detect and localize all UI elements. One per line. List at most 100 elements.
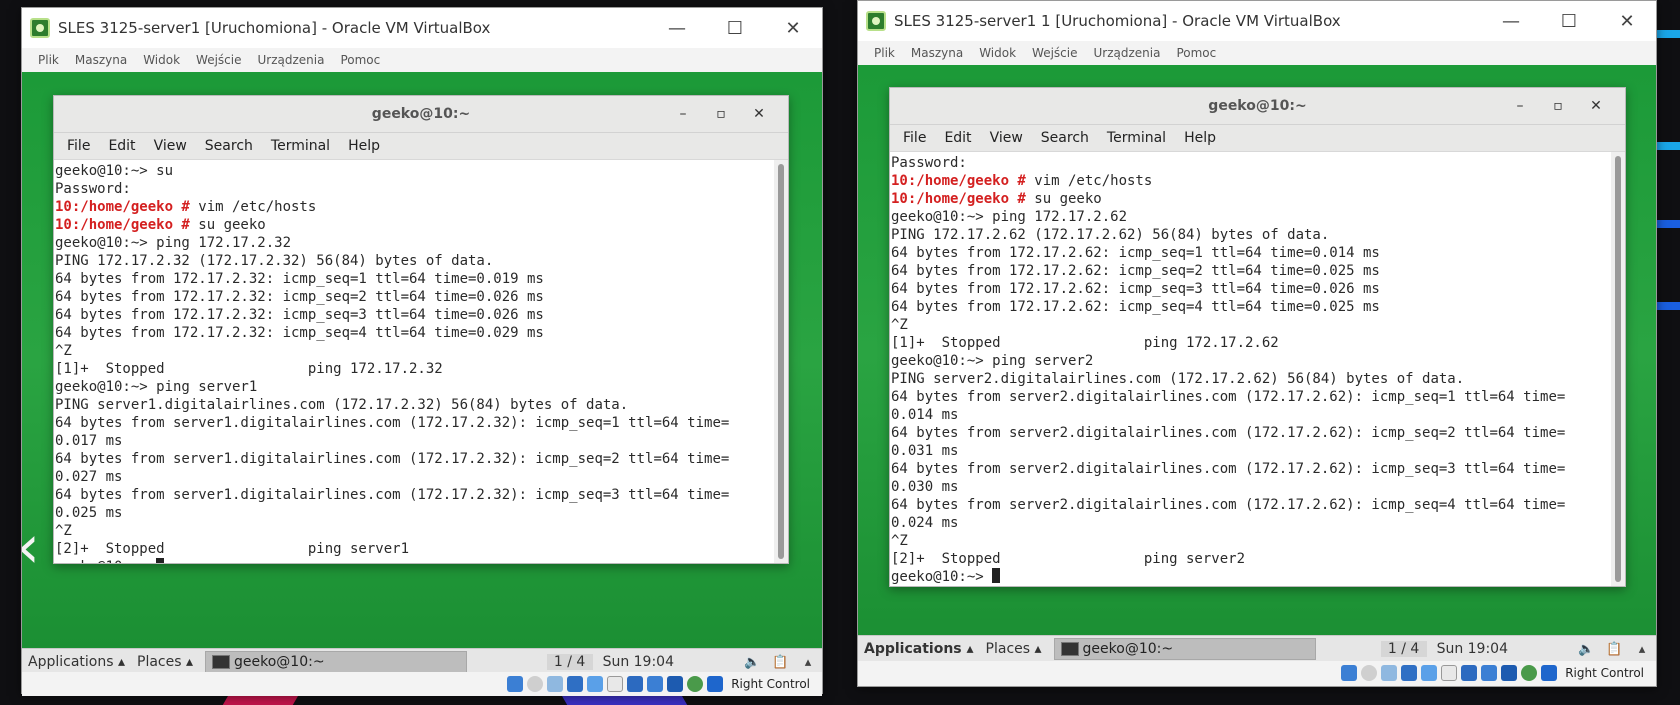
audio-icon[interactable] — [547, 676, 564, 692]
workspace-pager[interactable]: 1 / 4 — [546, 654, 593, 670]
terminal-output[interactable]: Password: 10:/home/geeko # vim /etc/hosts… — [890, 152, 1611, 586]
terminal-output[interactable]: geeko@10:~> su Password: 10:/home/geeko # … — [54, 160, 774, 563]
terminal-line-text: PING server2.digitalairlines.com (172.17… — [891, 371, 1465, 387]
hard-disk-icon[interactable] — [1341, 665, 1358, 681]
window-titlebar[interactable]: SLES 3125-server1 [Uruchomiona] - Oracle… — [22, 8, 822, 48]
taskbar-item-terminal[interactable]: geeko@10:~ — [205, 651, 467, 673]
virtualbox-window-server1-1[interactable]: SLES 3125-server1 1 [Uruchomiona] - Orac… — [857, 0, 1657, 687]
menu-wejscie[interactable]: Wejście — [188, 53, 249, 67]
menu-pomoc[interactable]: Pomoc — [1168, 46, 1224, 60]
clock[interactable]: Sun 19:04 — [593, 654, 684, 670]
host-key-label: Right Control — [1565, 666, 1644, 680]
terminal-scrollbar[interactable] — [774, 160, 788, 563]
terminal-line-text: PING server1.digitalairlines.com (172.17… — [55, 397, 629, 413]
terminal-window[interactable]: geeko@10:~ – ▫ ✕ File Edit View Search T… — [889, 87, 1626, 587]
menu-file[interactable]: File — [58, 138, 99, 154]
terminal-maximize-button[interactable]: ▫ — [1539, 98, 1577, 114]
display-icon[interactable] — [1461, 665, 1478, 681]
menu-urzadzenia[interactable]: Urządzenia — [1085, 46, 1168, 60]
terminal-maximize-button[interactable]: ▫ — [702, 106, 740, 122]
volume-icon[interactable]: 🔈 — [744, 655, 760, 670]
network-icon[interactable] — [1401, 665, 1418, 681]
mouse-integration-icon[interactable] — [1521, 665, 1538, 681]
scrollbar-thumb[interactable] — [1615, 156, 1621, 582]
menu-help[interactable]: Help — [1175, 130, 1225, 146]
shared-folders-icon[interactable] — [1441, 665, 1458, 681]
maximize-button[interactable]: ☐ — [1540, 1, 1598, 41]
terminal-titlebar[interactable]: geeko@10:~ – ▫ ✕ — [890, 88, 1625, 125]
menu-search[interactable]: Search — [196, 138, 262, 154]
menu-widok[interactable]: Widok — [971, 46, 1024, 60]
usb-icon[interactable] — [1421, 665, 1438, 681]
terminal-line: 64 bytes from 172.17.2.32: icmp_seq=4 tt… — [55, 324, 774, 342]
window-titlebar[interactable]: SLES 3125-server1 1 [Uruchomiona] - Orac… — [858, 1, 1656, 41]
virtualization-icon[interactable] — [667, 676, 684, 692]
menu-search[interactable]: Search — [1032, 130, 1098, 146]
menu-maszyna[interactable]: Maszyna — [67, 53, 135, 67]
keyboard-capture-icon[interactable] — [1541, 665, 1558, 681]
menu-file[interactable]: File — [894, 130, 935, 146]
terminal-line: 0.031 ms — [891, 442, 1611, 460]
audio-icon[interactable] — [1381, 665, 1398, 681]
clock[interactable]: Sun 19:04 — [1427, 641, 1518, 657]
terminal-close-button[interactable]: ✕ — [1577, 98, 1615, 114]
display-icon[interactable] — [627, 676, 644, 692]
terminal-line-text: 64 bytes from 172.17.2.62: icmp_seq=2 tt… — [891, 263, 1380, 279]
menu-terminal[interactable]: Terminal — [1098, 130, 1175, 146]
shared-folders-icon[interactable] — [607, 676, 624, 692]
guest-display[interactable]: en geeko@10:~ – ▫ ✕ File Edit View Searc… — [858, 65, 1656, 641]
taskbar-item-terminal[interactable]: geeko@10:~ — [1053, 638, 1316, 660]
places-menu[interactable]: Places ▴ — [131, 654, 199, 670]
menu-help[interactable]: Help — [339, 138, 389, 154]
terminal-scrollbar[interactable] — [1611, 152, 1625, 586]
menu-terminal[interactable]: Terminal — [262, 138, 339, 154]
close-button[interactable]: ✕ — [1598, 1, 1656, 41]
terminal-window[interactable]: geeko@10:~ – ▫ ✕ File Edit View Search T… — [53, 95, 789, 564]
network-icon[interactable] — [567, 676, 584, 692]
menu-edit[interactable]: Edit — [99, 138, 144, 154]
video-capture-icon[interactable] — [1481, 665, 1498, 681]
optical-drive-icon[interactable] — [527, 676, 544, 692]
menu-urzadzenia[interactable]: Urządzenia — [249, 53, 332, 67]
menu-widok[interactable]: Widok — [135, 53, 188, 67]
volume-icon[interactable]: 🔈 — [1578, 642, 1594, 657]
menu-view[interactable]: View — [145, 138, 196, 154]
terminal-line-text: ^Z — [55, 523, 72, 539]
virtualization-icon[interactable] — [1501, 665, 1518, 681]
optical-drive-icon[interactable] — [1361, 665, 1378, 681]
clipboard-icon[interactable]: 📋 — [1606, 642, 1622, 657]
close-button[interactable]: ✕ — [764, 8, 822, 48]
minimize-button[interactable]: — — [1482, 1, 1540, 41]
menu-plik[interactable]: Plik — [866, 46, 903, 60]
terminal-minimize-button[interactable]: – — [1501, 98, 1539, 114]
guest-display[interactable]: ‹ geeko@10:~ – ▫ ✕ File Edit View Search… — [22, 72, 822, 648]
places-menu[interactable]: Places ▴ — [980, 641, 1048, 657]
applications-menu[interactable]: Applications ▴ — [858, 641, 980, 657]
workspace-pager[interactable]: 1 / 4 — [1380, 641, 1427, 657]
terminal-close-button[interactable]: ✕ — [740, 106, 778, 122]
menu-maszyna[interactable]: Maszyna — [903, 46, 971, 60]
video-capture-icon[interactable] — [647, 676, 664, 692]
minimize-button[interactable]: — — [648, 8, 706, 48]
terminal-line: 64 bytes from 172.17.2.62: icmp_seq=3 tt… — [891, 280, 1611, 298]
terminal-titlebar[interactable]: geeko@10:~ – ▫ ✕ — [54, 96, 788, 133]
menu-pomoc[interactable]: Pomoc — [332, 53, 388, 67]
virtualbox-window-server1[interactable]: SLES 3125-server1 [Uruchomiona] - Oracle… — [21, 7, 823, 696]
usb-icon[interactable] — [587, 676, 604, 692]
terminal-line-text: 0.031 ms — [891, 443, 959, 459]
menu-plik[interactable]: Plik — [30, 53, 67, 67]
root-prompt: 10:/home/geeko # — [891, 173, 1026, 189]
terminal-minimize-button[interactable]: – — [664, 106, 702, 122]
scrollbar-thumb[interactable] — [778, 164, 784, 559]
panel-arrow-icon[interactable]: ▴ — [1634, 642, 1650, 657]
clipboard-icon[interactable]: 📋 — [772, 655, 788, 670]
menu-edit[interactable]: Edit — [935, 130, 980, 146]
menu-wejscie[interactable]: Wejście — [1024, 46, 1085, 60]
mouse-integration-icon[interactable] — [687, 676, 704, 692]
maximize-button[interactable]: ☐ — [706, 8, 764, 48]
applications-menu[interactable]: Applications ▴ — [22, 654, 131, 670]
panel-arrow-icon[interactable]: ▴ — [800, 655, 816, 670]
menu-view[interactable]: View — [981, 130, 1032, 146]
hard-disk-icon[interactable] — [507, 676, 524, 692]
keyboard-capture-icon[interactable] — [707, 676, 724, 692]
